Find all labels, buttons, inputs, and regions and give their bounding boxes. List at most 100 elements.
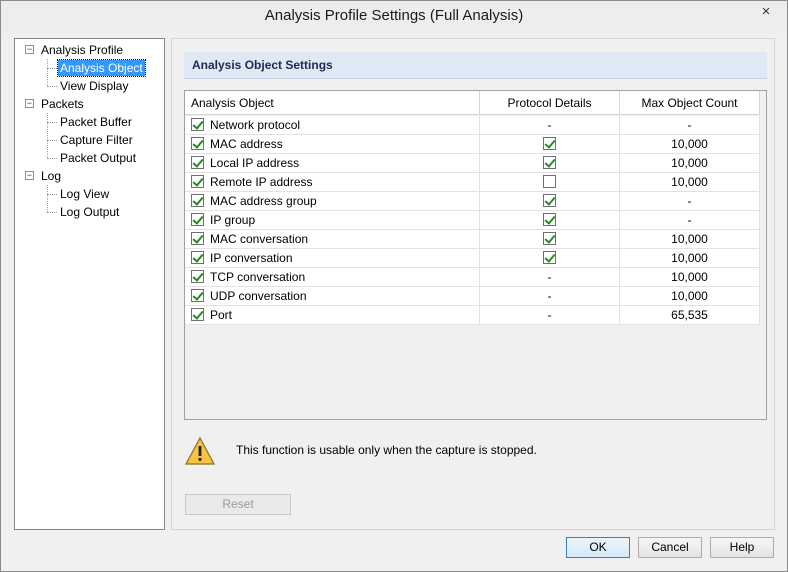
object-name: Local IP address (210, 156, 300, 170)
object-name-cell: MAC conversation (185, 230, 480, 249)
tree-connector-line (47, 113, 48, 158)
object-name: IP group (210, 213, 256, 227)
warning-message: This function is usable only when the ca… (236, 443, 537, 457)
tree-connector-branch (47, 86, 57, 87)
tree-node-packet-output[interactable]: Packet Output (58, 150, 138, 166)
max-object-count-cell[interactable]: - (620, 116, 760, 135)
column-header-protocol-details[interactable]: Protocol Details (480, 91, 620, 115)
enable-object-checkbox[interactable] (191, 251, 204, 265)
enable-object-checkbox[interactable] (191, 213, 204, 227)
object-name-cell: UDP conversation (185, 287, 480, 306)
protocol-details-checkbox[interactable] (543, 175, 556, 189)
object-name: UDP conversation (210, 289, 307, 303)
table-row[interactable]: Network protocol - - (185, 116, 760, 135)
object-name: IP conversation (210, 251, 293, 265)
tree-expander-log[interactable]: − (25, 171, 34, 180)
object-name: TCP conversation (210, 270, 306, 284)
object-name-cell: Remote IP address (185, 173, 480, 192)
table-row[interactable]: Local IP address 10,000 (185, 154, 760, 173)
table-row[interactable]: UDP conversation -10,000 (185, 287, 760, 306)
protocol-details-cell: - (480, 287, 620, 306)
table-row[interactable]: Port -65,535 (185, 306, 760, 325)
max-object-count-cell[interactable]: 10,000 (620, 135, 760, 154)
object-name-cell: Network protocol (185, 116, 480, 135)
warning-triangle-icon (185, 437, 215, 465)
max-object-count-cell[interactable]: - (620, 192, 760, 211)
object-name: Remote IP address (210, 175, 313, 189)
protocol-details-cell (480, 211, 620, 230)
help-button[interactable]: Help (710, 537, 774, 558)
cancel-button[interactable]: Cancel (638, 537, 702, 558)
protocol-details-checkbox[interactable] (543, 251, 556, 265)
analysis-object-grid: Analysis Object Protocol Details Max Obj… (184, 90, 767, 420)
column-header-max-object-count[interactable]: Max Object Count (620, 91, 760, 115)
dialog-window: Analysis Profile Settings (Full Analysis… (0, 0, 788, 572)
protocol-details-checkbox[interactable] (543, 194, 556, 208)
enable-object-checkbox[interactable] (191, 289, 204, 303)
max-object-count-cell[interactable]: 10,000 (620, 230, 760, 249)
protocol-details-cell (480, 154, 620, 173)
object-name-cell: MAC address group (185, 192, 480, 211)
protocol-details-checkbox[interactable] (543, 213, 556, 227)
enable-object-checkbox[interactable] (191, 308, 204, 322)
tree-node-packet-buffer[interactable]: Packet Buffer (58, 114, 134, 130)
protocol-details-checkbox[interactable] (543, 232, 556, 246)
tree-connector-branch (47, 140, 57, 141)
tree-connector-branch (47, 158, 57, 159)
enable-object-checkbox[interactable] (191, 118, 204, 132)
max-object-count-cell[interactable]: 10,000 (620, 287, 760, 306)
settings-panel: Analysis Object Settings Analysis Object… (171, 38, 775, 530)
section-title: Analysis Object Settings (184, 52, 767, 79)
tree-node-view-display[interactable]: View Display (58, 78, 130, 94)
protocol-details-cell (480, 173, 620, 192)
tree-node-log-output[interactable]: Log Output (58, 204, 121, 220)
max-object-count-cell[interactable]: 10,000 (620, 154, 760, 173)
tree-expander-packets[interactable]: − (25, 99, 34, 108)
grid-header: Analysis Object Protocol Details Max Obj… (185, 91, 760, 115)
protocol-details-cell: - (480, 268, 620, 287)
ok-button[interactable]: OK (566, 537, 630, 558)
window-title: Analysis Profile Settings (Full Analysis… (264, 7, 524, 24)
table-row[interactable]: MAC conversation 10,000 (185, 230, 760, 249)
protocol-details-cell (480, 230, 620, 249)
max-object-count-cell[interactable]: 10,000 (620, 268, 760, 287)
enable-object-checkbox[interactable] (191, 194, 204, 208)
tree-node-log-view[interactable]: Log View (58, 186, 111, 202)
tree-expander-analysis-profile[interactable]: − (25, 45, 34, 54)
object-name: MAC address group (210, 194, 317, 208)
protocol-details-checkbox[interactable] (543, 156, 556, 170)
tree-node-log[interactable]: Log (39, 167, 63, 185)
max-object-count-cell[interactable]: 65,535 (620, 306, 760, 325)
max-object-count-cell[interactable]: - (620, 211, 760, 230)
table-row[interactable]: MAC address 10,000 (185, 135, 760, 154)
tree-node-analysis-object[interactable]: Analysis Object (57, 59, 146, 77)
table-row[interactable]: IP conversation 10,000 (185, 249, 760, 268)
tree-node-capture-filter[interactable]: Capture Filter (58, 132, 135, 148)
protocol-details-cell: - (480, 116, 620, 135)
reset-button[interactable]: Reset (185, 494, 291, 515)
object-name-cell: TCP conversation (185, 268, 480, 287)
enable-object-checkbox[interactable] (191, 232, 204, 246)
tree-connector-branch (47, 68, 57, 69)
object-name-cell: Port (185, 306, 480, 325)
object-name: Network protocol (210, 118, 301, 132)
enable-object-checkbox[interactable] (191, 156, 204, 170)
protocol-details-cell: - (480, 306, 620, 325)
tree-node-analysis-profile[interactable]: Analysis Profile (39, 41, 125, 59)
enable-object-checkbox[interactable] (191, 270, 204, 284)
tree-node-packets[interactable]: Packets (39, 95, 86, 113)
enable-object-checkbox[interactable] (191, 175, 204, 189)
tree-connector-line (47, 59, 48, 86)
column-header-analysis-object[interactable]: Analysis Object (185, 91, 480, 115)
max-object-count-cell[interactable]: 10,000 (620, 249, 760, 268)
table-row[interactable]: TCP conversation -10,000 (185, 268, 760, 287)
max-object-count-cell[interactable]: 10,000 (620, 173, 760, 192)
table-row[interactable]: Remote IP address 10,000 (185, 173, 760, 192)
close-button[interactable]: × (749, 1, 783, 23)
table-row[interactable]: MAC address group - (185, 192, 760, 211)
table-row[interactable]: IP group - (185, 211, 760, 230)
protocol-details-checkbox[interactable] (543, 137, 556, 151)
object-name: MAC address (210, 137, 283, 151)
settings-tree: − Analysis Profile Analysis Object View Dis… (14, 38, 165, 530)
enable-object-checkbox[interactable] (191, 137, 204, 151)
